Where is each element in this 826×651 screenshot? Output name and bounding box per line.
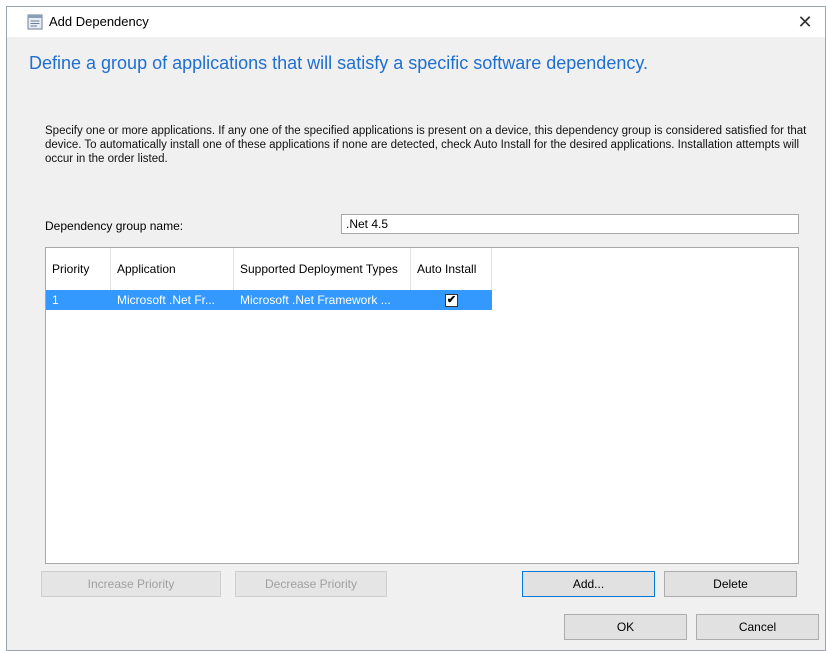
delete-button[interactable]: Delete (664, 571, 797, 597)
column-header-priority[interactable]: Priority (46, 248, 111, 290)
column-header-deployment-types[interactable]: Supported Deployment Types (234, 248, 411, 290)
dialog-window-icon (27, 14, 43, 30)
column-header-auto-install[interactable]: Auto Install (411, 248, 492, 290)
group-name-label: Dependency group name: (45, 219, 184, 233)
table-row[interactable]: 1 Microsoft .Net Fr... Microsoft .Net Fr… (46, 290, 492, 310)
page-heading: Define a group of applications that will… (29, 53, 649, 73)
row-deployment-types: Microsoft .Net Framework ... (240, 293, 391, 307)
row-auto-install: ✔ (411, 290, 492, 310)
ok-button[interactable]: OK (564, 614, 687, 640)
close-icon[interactable]: ✕ (785, 7, 825, 37)
title-bar: Add Dependency ✕ (7, 7, 825, 37)
auto-install-checkbox[interactable]: ✔ (445, 293, 458, 307)
window-title: Add Dependency (49, 14, 149, 29)
applications-list[interactable]: Priority Application Supported Deploymen… (45, 247, 799, 564)
cancel-button[interactable]: Cancel (696, 614, 819, 640)
description-text: Specify one or more applications. If any… (45, 125, 807, 165)
row-priority: 1 (52, 293, 59, 307)
checkmark-icon: ✔ (446, 293, 457, 306)
add-button[interactable]: Add... (522, 571, 655, 597)
list-header: Priority Application Supported Deploymen… (46, 248, 492, 291)
row-application: Microsoft .Net Fr... (117, 293, 216, 307)
increase-priority-button[interactable]: Increase Priority (41, 571, 221, 597)
column-header-application[interactable]: Application (111, 248, 234, 290)
group-name-input[interactable] (341, 214, 799, 234)
decrease-priority-button[interactable]: Decrease Priority (235, 571, 387, 597)
add-dependency-dialog: Add Dependency ✕ Define a group of appli… (6, 6, 826, 651)
